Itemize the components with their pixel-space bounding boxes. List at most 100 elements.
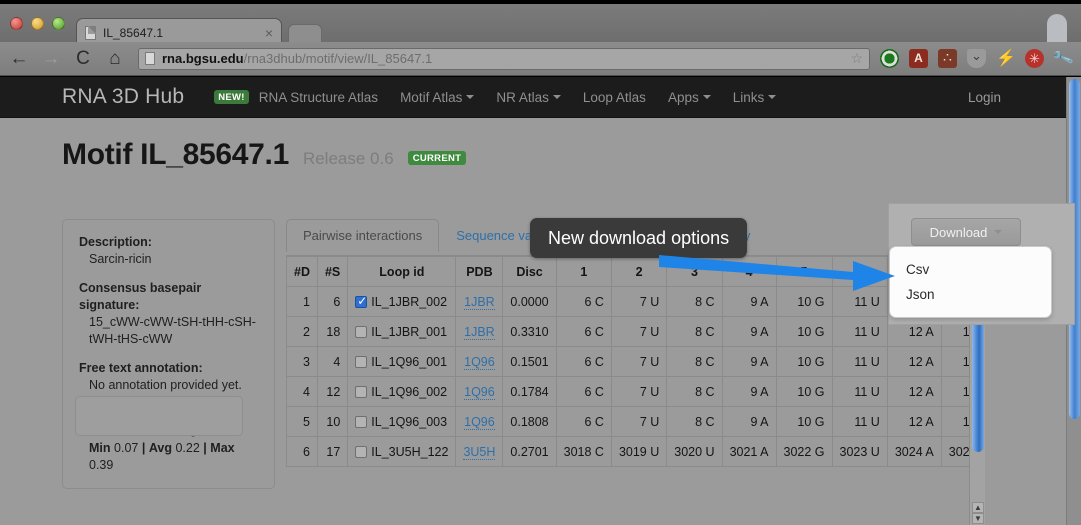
pdb-link[interactable]: 3U5H: [463, 445, 495, 460]
page-title: Motif IL_85647.1: [62, 138, 289, 172]
adblock-extension-icon[interactable]: [880, 49, 899, 68]
lightning-extension-icon[interactable]: ⚡: [996, 49, 1015, 68]
cell-pdb: 3U5H: [456, 437, 503, 467]
download-button-label: Download: [930, 225, 988, 240]
loop-id-label: IL_1Q96_003: [371, 415, 447, 429]
people-extension-icon[interactable]: [938, 49, 957, 68]
download-dropdown-menu: Csv Json: [889, 246, 1052, 318]
col-header-disc[interactable]: Disc: [503, 257, 556, 287]
home-icon[interactable]: ⌂: [104, 49, 126, 68]
chevron-down-icon: [466, 95, 474, 99]
pdb-link[interactable]: 1Q96: [464, 355, 495, 370]
cell-position-1: 6 C: [556, 407, 611, 437]
col-header-1[interactable]: 1: [556, 257, 611, 287]
minimize-window-button[interactable]: [31, 17, 44, 30]
cell-disc: 0.1501: [503, 347, 556, 377]
row-select-checkbox[interactable]: [355, 446, 367, 458]
cell-loop-id: IL_1Q96_002: [348, 377, 456, 407]
table-row[interactable]: 412IL_1Q96_0021Q960.17846 C7 U8 C9 A10 G…: [287, 377, 975, 407]
back-icon[interactable]: ←: [8, 49, 30, 68]
nav-item-nr-atlas[interactable]: NR Atlas: [496, 90, 561, 105]
reload-icon[interactable]: C: [72, 49, 94, 68]
linkage-values: Min 0.07 | Avg 0.22 | Max 0.39: [79, 440, 258, 475]
chevron-down-icon: [703, 95, 711, 99]
signature-value: 15_cWW-cWW-tSH-tHH-cSH-tWH-tHS-cWW: [79, 314, 258, 349]
scroll-up-button[interactable]: ▲: [972, 502, 984, 513]
maximize-window-button[interactable]: [52, 17, 65, 30]
annotation-line-1: No annotation provided yet.: [79, 377, 258, 394]
close-window-button[interactable]: [10, 17, 23, 30]
chevron-down-icon: [994, 230, 1002, 234]
cell-position-5: 10 G: [776, 377, 832, 407]
cell-s: 12: [317, 377, 347, 407]
cell-position-7: 12 A: [887, 347, 941, 377]
screenshot-root: IL_85647.1 × ← → C ⌂ rna.bgsu.edu/rna3dh…: [0, 0, 1081, 525]
col-header-d[interactable]: #D: [287, 257, 318, 287]
linkage-max-label: Max: [210, 441, 234, 455]
nav-item-motif-atlas[interactable]: Motif Atlas: [400, 90, 474, 105]
cell-position-1: 3018 C: [556, 437, 611, 467]
table-row[interactable]: 510IL_1Q96_0031Q960.18086 C7 U8 C9 A10 G…: [287, 407, 975, 437]
linkage-min-value: 0.07: [114, 441, 138, 455]
bookmark-star-icon[interactable]: ☆: [850, 50, 863, 67]
address-bar[interactable]: rna.bgsu.edu/rna3dhub/motif/view/IL_8564…: [138, 48, 870, 70]
nav-label: Apps: [668, 90, 699, 105]
nav-item-rna-structure-atlas[interactable]: NEW! RNA Structure Atlas: [214, 90, 378, 105]
row-select-checkbox[interactable]: [355, 296, 367, 308]
nav-item-loop-atlas[interactable]: Loop Atlas: [583, 90, 646, 105]
cell-disc: 0.1808: [503, 407, 556, 437]
table-row[interactable]: 617IL_3U5H_1223U5H0.27013018 C3019 U3020…: [287, 437, 975, 467]
col-header-pdb[interactable]: PDB: [456, 257, 503, 287]
col-header-s[interactable]: #S: [317, 257, 347, 287]
cell-disc: 0.2701: [503, 437, 556, 467]
site-brand[interactable]: RNA 3D Hub: [62, 85, 184, 109]
pocket-extension-icon[interactable]: [967, 49, 986, 68]
cell-d: 6: [287, 437, 318, 467]
pdb-link[interactable]: 1Q96: [464, 415, 495, 430]
cell-s: 10: [317, 407, 347, 437]
download-option-json[interactable]: Json: [890, 282, 1051, 307]
row-select-checkbox[interactable]: [355, 326, 367, 338]
table-row[interactable]: 218IL_1JBR_0011JBR0.33106 C7 U8 C9 A10 G…: [287, 317, 975, 347]
nav-item-apps[interactable]: Apps: [668, 90, 711, 105]
release-text: Release 0.6: [303, 149, 394, 169]
dictionary-extension-icon[interactable]: [909, 49, 928, 68]
login-link[interactable]: Login: [968, 90, 1001, 105]
nav-item-links[interactable]: Links: [733, 90, 777, 105]
cell-position-2: 7 U: [611, 407, 666, 437]
cell-position-5: 10 G: [776, 317, 832, 347]
cell-d: 5: [287, 407, 318, 437]
cell-position-4: 9 A: [722, 347, 776, 377]
cell-position-3: 8 C: [667, 377, 722, 407]
tab-pairwise-interactions[interactable]: Pairwise interactions: [286, 219, 439, 252]
row-select-checkbox[interactable]: [355, 356, 367, 368]
page-viewport: RNA 3D Hub NEW! RNA Structure Atlas Moti…: [0, 77, 1081, 525]
pdb-link[interactable]: 1JBR: [464, 325, 495, 340]
cell-d: 2: [287, 317, 318, 347]
cell-position-6: 11 U: [832, 317, 887, 347]
wrench-extension-icon[interactable]: 🔧: [1051, 46, 1075, 70]
pdb-link[interactable]: 1JBR: [464, 295, 495, 310]
pdb-link[interactable]: 1Q96: [464, 385, 495, 400]
starburst-extension-icon[interactable]: [1025, 49, 1044, 68]
cell-position-4: 9 A: [722, 407, 776, 437]
col-header-loop-id[interactable]: Loop id: [348, 257, 456, 287]
page-title-row: Motif IL_85647.1 Release 0.6 CURRENT: [62, 138, 466, 172]
pairwise-table-scroll-area[interactable]: #D #S Loop id PDB Disc 1 2 3 4 5 6 7 8: [286, 256, 974, 525]
row-select-checkbox[interactable]: [355, 386, 367, 398]
cell-position-6: 3023 U: [832, 437, 887, 467]
close-icon[interactable]: ×: [259, 25, 273, 41]
scroll-down-button[interactable]: ▼: [972, 513, 984, 524]
row-select-checkbox[interactable]: [355, 416, 367, 428]
forward-icon[interactable]: →: [40, 49, 62, 68]
cell-disc: 0.1784: [503, 377, 556, 407]
download-option-csv[interactable]: Csv: [890, 257, 1051, 282]
download-button[interactable]: Download: [911, 218, 1021, 246]
page-info-icon: [145, 52, 155, 65]
table-row[interactable]: 34IL_1Q96_0011Q960.15016 C7 U8 C9 A10 G1…: [287, 347, 975, 377]
cell-position-7: 12 A: [887, 407, 941, 437]
loop-id-label: IL_1JBR_002: [371, 295, 447, 309]
cell-position-6: 11 U: [832, 347, 887, 377]
cell-position-2: 7 U: [611, 377, 666, 407]
cell-s: 4: [317, 347, 347, 377]
